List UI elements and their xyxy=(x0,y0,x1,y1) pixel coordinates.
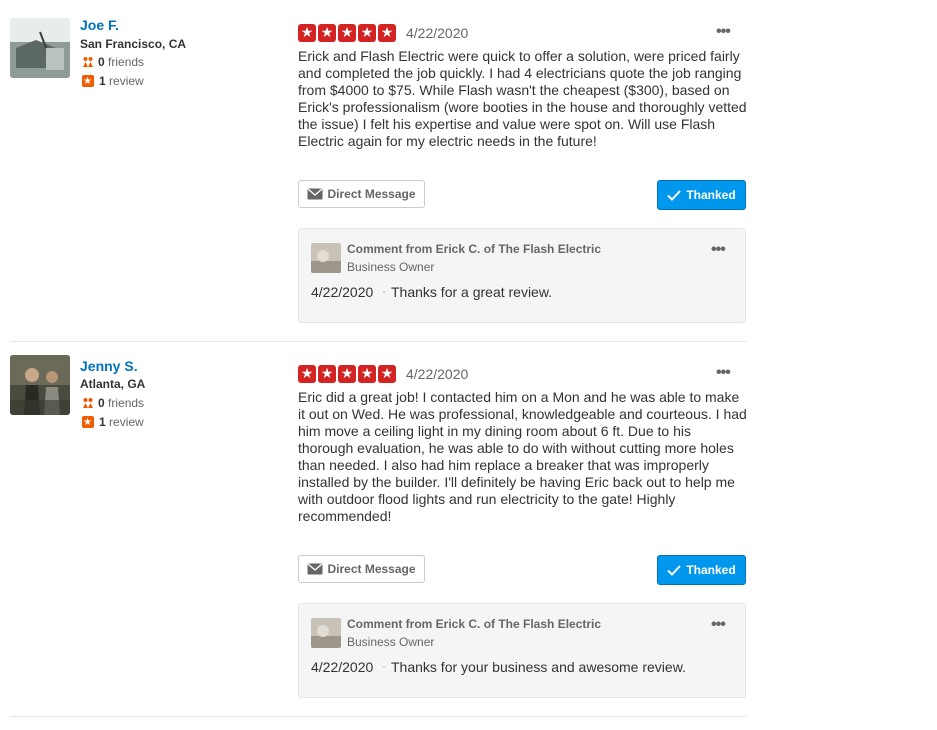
review-text: Eric did a great job! I contacted him on… xyxy=(298,389,747,524)
friends-stat: 0 friends xyxy=(82,54,144,70)
thanked-button[interactable]: Thanked xyxy=(657,555,746,585)
thanked-button[interactable]: Thanked xyxy=(657,180,746,210)
comment-more-options-icon[interactable]: ••• xyxy=(711,617,726,633)
comment-date: 4/22/2020 xyxy=(311,659,374,675)
star-icon: ★ xyxy=(378,365,396,383)
reviews-count: 1 xyxy=(99,415,106,429)
comment-text: Thanks for a great review. xyxy=(391,284,553,300)
direct-message-label: Direct Message xyxy=(327,187,416,201)
star-icon: ★ xyxy=(358,24,376,42)
user-location: Atlanta, GA xyxy=(80,377,146,391)
reviews-count: 1 xyxy=(99,74,106,88)
owner-comment: Comment from Erick C. of The Flash Elect… xyxy=(298,228,746,323)
star-icon: ★ xyxy=(378,24,396,42)
owner-comment: Comment from Erick C. of The Flash Elect… xyxy=(298,603,746,698)
star-icon: ★ xyxy=(338,24,356,42)
checkmark-icon xyxy=(667,189,682,201)
user-location: San Francisco, CA xyxy=(80,37,187,51)
thanked-label: Thanked xyxy=(686,563,736,577)
review-date: 4/22/2020 xyxy=(406,366,469,382)
user-name-link[interactable]: Jenny S. xyxy=(80,358,138,374)
star-icon: ★ xyxy=(338,365,356,383)
business-owner-avatar[interactable] xyxy=(311,618,341,648)
reviews-stat: 1 review xyxy=(82,414,144,431)
review-text: Erick and Flash Electric were quick to o… xyxy=(298,48,747,149)
star-icon: ★ xyxy=(298,24,316,42)
direct-message-button[interactable]: Direct Message xyxy=(298,555,425,583)
business-owner-avatar[interactable] xyxy=(311,243,341,273)
friends-icon xyxy=(83,398,93,408)
review-date: 4/22/2020 xyxy=(406,25,469,41)
separator-dot: · xyxy=(382,284,386,298)
friends-stat: 0 friends xyxy=(82,395,144,411)
reviews-stat: 1 review xyxy=(82,73,144,90)
comment-text: Thanks for your business and awesome rev… xyxy=(391,659,686,675)
envelope-icon xyxy=(307,188,323,200)
user-avatar[interactable] xyxy=(10,18,70,78)
review-count-icon xyxy=(82,74,94,90)
direct-message-label: Direct Message xyxy=(327,562,416,576)
reviews-label: review xyxy=(109,74,144,88)
comment-date: 4/22/2020 xyxy=(311,284,374,300)
user-avatar[interactable] xyxy=(10,355,70,415)
star-icon: ★ xyxy=(318,365,336,383)
envelope-icon xyxy=(307,563,323,575)
comment-title: Comment from Erick C. of The Flash Elect… xyxy=(347,617,602,631)
star-rating: ★ ★ ★ ★ ★ xyxy=(298,365,396,383)
checkmark-icon xyxy=(667,564,682,576)
thanked-label: Thanked xyxy=(686,188,736,202)
friends-count: 0 xyxy=(98,55,105,69)
friends-count: 0 xyxy=(98,396,105,410)
more-options-icon[interactable]: ••• xyxy=(716,365,731,381)
star-icon: ★ xyxy=(298,365,316,383)
comment-role: Business Owner xyxy=(347,260,435,274)
review-item: Joe F. San Francisco, CA 0 friends 1 rev… xyxy=(10,0,747,342)
comment-more-options-icon[interactable]: ••• xyxy=(711,242,726,258)
review-count-icon xyxy=(82,415,94,431)
star-icon: ★ xyxy=(318,24,336,42)
more-options-icon[interactable]: ••• xyxy=(716,24,731,40)
review-item: Jenny S. Atlanta, GA 0 friends 1 review … xyxy=(10,342,747,717)
direct-message-button[interactable]: Direct Message xyxy=(298,180,425,208)
friends-icon xyxy=(83,57,93,67)
friends-label: friends xyxy=(108,396,145,410)
star-rating: ★ ★ ★ ★ ★ xyxy=(298,24,396,42)
star-icon: ★ xyxy=(358,365,376,383)
user-name-link[interactable]: Joe F. xyxy=(80,17,119,33)
friends-label: friends xyxy=(108,55,145,69)
separator-dot: · xyxy=(382,659,386,673)
comment-title: Comment from Erick C. of The Flash Elect… xyxy=(347,242,602,256)
comment-role: Business Owner xyxy=(347,635,435,649)
reviews-label: review xyxy=(109,415,144,429)
